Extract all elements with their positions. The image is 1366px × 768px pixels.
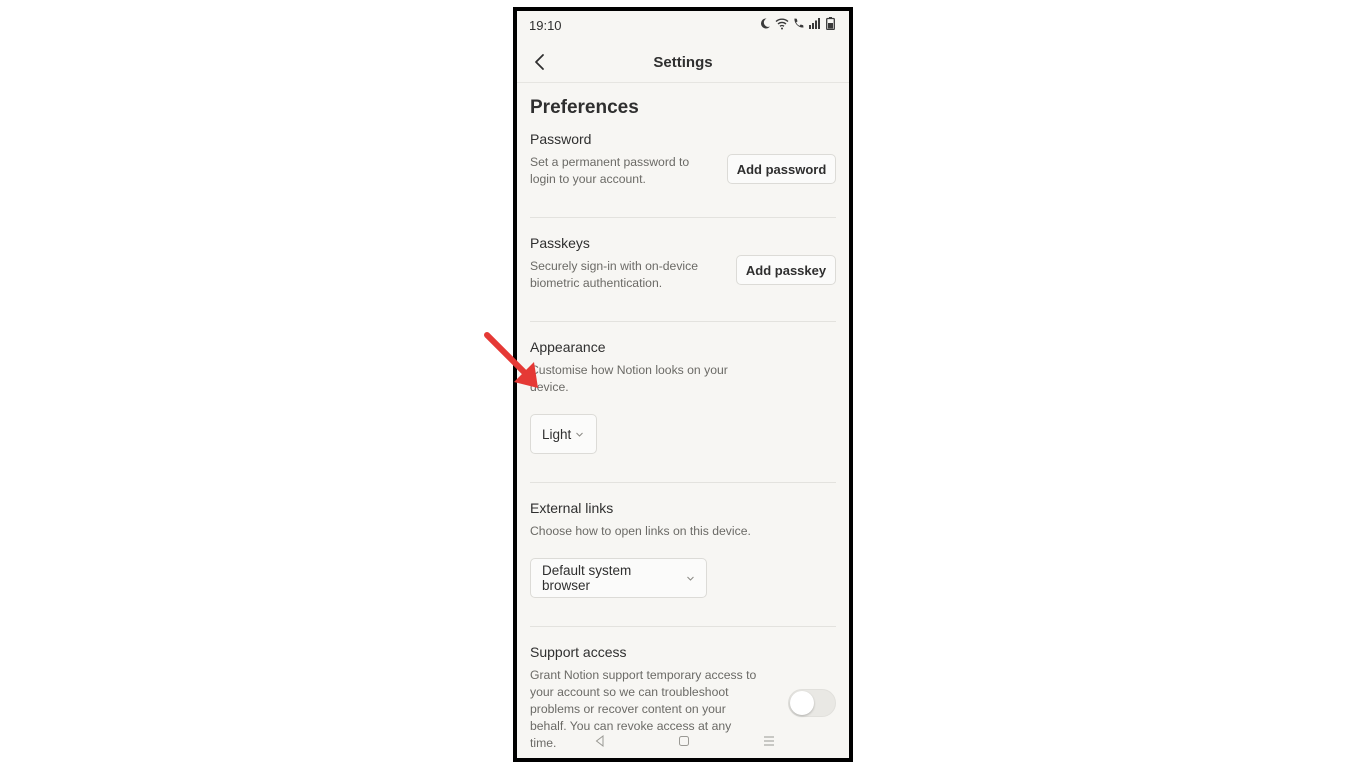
toggle-knob bbox=[790, 691, 814, 715]
divider bbox=[530, 217, 836, 218]
support-access-description-line: Grant Notion support temporary access to bbox=[530, 668, 757, 682]
support-access-toggle[interactable] bbox=[788, 689, 836, 717]
top-app-bar: Settings bbox=[517, 41, 849, 83]
status-bar: 19:10 bbox=[517, 11, 849, 41]
divider bbox=[530, 321, 836, 322]
phone-frame: 19:10 Settings Preferences Password Set … bbox=[513, 7, 853, 762]
divider bbox=[530, 626, 836, 627]
password-description: Set a permanent password to login to you… bbox=[530, 154, 689, 188]
password-description-line: login to your account. bbox=[530, 172, 646, 186]
signal-icon bbox=[809, 17, 822, 30]
page-title: Settings bbox=[653, 54, 713, 71]
home-nav-icon[interactable] bbox=[677, 734, 691, 748]
passkeys-description-line: biometric authentication. bbox=[530, 276, 663, 290]
support-access-description-line: problems or recover content on your bbox=[530, 702, 726, 716]
appearance-description-line: Customise how Notion looks on your bbox=[530, 363, 728, 377]
wifi-icon bbox=[775, 17, 789, 30]
add-password-button[interactable]: Add password bbox=[727, 154, 836, 184]
add-passkey-button[interactable]: Add passkey bbox=[736, 255, 836, 285]
status-time: 19:10 bbox=[529, 18, 562, 33]
password-description-line: Set a permanent password to bbox=[530, 155, 690, 169]
status-icons bbox=[758, 17, 839, 31]
external-links-dropdown[interactable]: Default system browser bbox=[530, 558, 707, 598]
chevron-down-icon bbox=[687, 576, 694, 581]
passkeys-description: Securely sign-in with on-device biometri… bbox=[530, 258, 698, 292]
passkeys-title: Passkeys bbox=[530, 235, 590, 251]
battery-icon bbox=[826, 17, 839, 31]
back-nav-icon[interactable] bbox=[593, 734, 607, 748]
appearance-description-line: device. bbox=[530, 380, 569, 394]
password-title: Password bbox=[530, 131, 592, 147]
divider bbox=[530, 482, 836, 483]
appearance-description: Customise how Notion looks on your devic… bbox=[530, 362, 728, 396]
external-links-selected-value: Default system browser bbox=[542, 563, 632, 593]
appearance-dropdown[interactable]: Light bbox=[530, 414, 597, 454]
external-links-title: External links bbox=[530, 500, 614, 516]
moon-icon bbox=[758, 17, 771, 30]
menu-nav-icon[interactable] bbox=[762, 734, 776, 748]
chevron-down-icon bbox=[576, 432, 584, 437]
call-icon bbox=[792, 17, 805, 30]
support-access-title: Support access bbox=[530, 644, 627, 660]
passkeys-description-line: Securely sign-in with on-device bbox=[530, 259, 698, 273]
system-navigation-bar bbox=[517, 732, 849, 750]
section-heading: Preferences bbox=[530, 97, 639, 118]
support-access-description-line: your account so we can troubleshoot bbox=[530, 685, 729, 699]
external-links-description: Choose how to open links on this device. bbox=[530, 524, 751, 538]
annotation-arrow-icon bbox=[484, 332, 538, 388]
appearance-selected-value: Light bbox=[542, 426, 572, 442]
